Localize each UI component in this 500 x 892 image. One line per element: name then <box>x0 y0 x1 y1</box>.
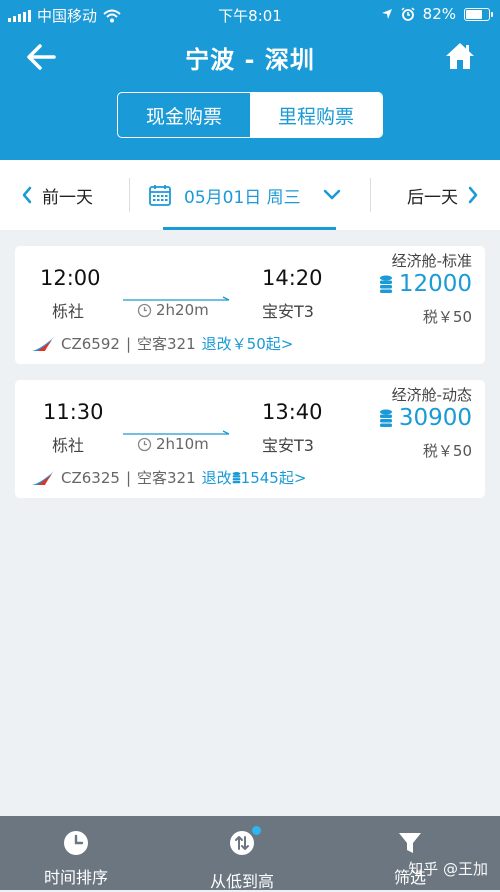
selected-date: 05月01日 周三 <box>184 187 301 208</box>
sort-low-to-high-button[interactable]: 从低到高 <box>210 816 275 891</box>
date-picker[interactable]: 05月01日 周三 <box>148 160 341 230</box>
flight-duration: 2h10m <box>137 435 209 453</box>
depart-time: 12:00 <box>40 266 101 290</box>
divider <box>370 178 371 212</box>
prev-day-button[interactable]: 前一天 <box>22 160 93 230</box>
miles-price: 30900 <box>379 405 472 431</box>
coin-stack-icon <box>232 472 241 484</box>
duration-text: 2h10m <box>156 435 209 453</box>
filter-funnel-icon <box>399 833 421 853</box>
chevron-down-icon <box>323 189 340 200</box>
flight-number: CZ6592 <box>61 334 120 353</box>
depart-airport: 栎社 <box>52 302 85 321</box>
arrive-airport: 宝安T3 <box>262 436 314 455</box>
clock-icon <box>137 437 152 451</box>
duration-text: 2h20m <box>156 301 209 319</box>
flight-card[interactable]: 12:00 栎社 2h20m 14:20 宝安T3 经济舱-标准 12000 税… <box>15 246 485 364</box>
clock-icon <box>64 831 88 855</box>
flight-number: CZ6325 <box>61 468 120 487</box>
flight-duration: 2h20m <box>137 301 209 319</box>
depart-airport: 栎社 <box>52 436 85 455</box>
page-title: 宁波 - 深圳 <box>185 46 315 74</box>
refund-label: 退改 <box>201 469 232 487</box>
calendar-icon <box>149 185 171 206</box>
bottom-toolbar: 时间排序 从低到高 筛选 知乎 @王加 <box>0 816 500 891</box>
sort-by-time-button[interactable]: 时间排序 <box>44 816 108 890</box>
arrive-time: 14:20 <box>262 266 323 290</box>
clock-icon <box>137 303 152 317</box>
home-icon[interactable] <box>444 40 476 72</box>
status-bar: 中国移动 下午8:01 82% <box>0 0 500 28</box>
aircraft-type: 空客321 <box>137 469 196 487</box>
flight-meta: CZ6325 | 空客321 退改 1545起> <box>31 467 306 488</box>
header: 宁波 - 深圳 现金购票 里程购票 <box>0 28 500 160</box>
sort-low-to-high-label: 从低到高 <box>210 872 275 891</box>
date-underline <box>163 227 336 230</box>
divider <box>129 178 130 212</box>
alarm-icon <box>401 7 415 21</box>
aircraft-type: 空客321 <box>137 335 196 353</box>
sort-icon-wrap <box>229 816 261 868</box>
flight-meta: CZ6592 | 空客321 退改 ￥50起> <box>31 333 293 354</box>
sort-arrows-icon <box>230 831 254 855</box>
tab-cash-purchase[interactable]: 现金购票 <box>118 93 250 137</box>
arrive-airport: 宝安T3 <box>262 302 314 321</box>
depart-time: 11:30 <box>43 400 104 424</box>
refund-value: 1545起> <box>240 469 307 487</box>
refund-label: 退改 <box>201 335 232 353</box>
arrive-time: 13:40 <box>262 400 323 424</box>
date-bar: 前一天 05月01日 周三 后一天 <box>0 160 500 230</box>
refund-policy-link[interactable]: 退改 1545起> <box>202 467 307 488</box>
coin-stack-icon <box>379 409 392 427</box>
watermark: 知乎 @王加 <box>408 860 488 878</box>
location-arrow-icon <box>381 9 392 19</box>
separator: | <box>125 468 131 487</box>
tax-amount: 税￥50 <box>422 442 472 460</box>
next-day-label: 后一天 <box>407 187 458 208</box>
sort-by-time-label: 时间排序 <box>44 868 109 887</box>
battery-icon <box>464 7 493 21</box>
chevron-left-icon <box>22 186 32 204</box>
airline-logo-icon <box>32 336 54 351</box>
flight-card[interactable]: 11:30 栎社 2h10m 13:40 宝安T3 经济舱-动态 30900 税… <box>15 380 485 498</box>
chevron-right-icon <box>468 186 478 204</box>
airline-logo-icon <box>32 470 54 485</box>
next-day-button[interactable]: 后一天 <box>407 160 478 230</box>
purchase-type-toggle: 现金购票 里程购票 <box>117 92 383 138</box>
battery-percent: 82% <box>422 5 456 23</box>
cabin-class: 经济舱-标准 <box>391 252 472 270</box>
active-dot-badge <box>252 826 261 835</box>
prev-day-label: 前一天 <box>42 187 93 208</box>
cabin-class: 经济舱-动态 <box>391 386 472 404</box>
miles-price: 12000 <box>379 271 472 297</box>
refund-value: ￥50起> <box>231 335 294 353</box>
tax-amount: 税￥50 <box>422 308 472 326</box>
refund-policy-link[interactable]: 退改 ￥50起> <box>202 333 294 354</box>
miles-value: 30900 <box>398 405 472 431</box>
separator: | <box>125 334 131 353</box>
miles-value: 12000 <box>398 271 472 297</box>
tab-miles-purchase[interactable]: 里程购票 <box>250 93 382 137</box>
coin-stack-icon <box>379 275 392 293</box>
